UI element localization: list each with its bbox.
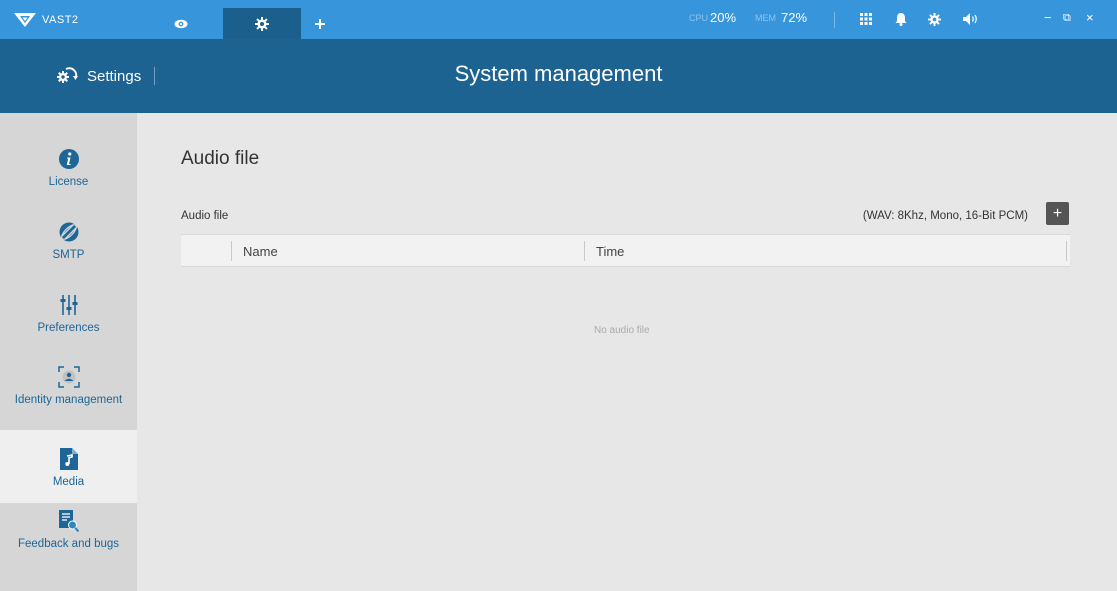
sidebar-item-smtp[interactable]: SMTP	[0, 221, 137, 276]
gear-icon	[255, 16, 269, 31]
sidebar-item-label: SMTP	[52, 249, 85, 261]
add-audio-file-button[interactable]: +	[1046, 202, 1069, 225]
app-logo: VAST2	[14, 0, 79, 39]
identity-icon	[57, 366, 80, 388]
sliders-icon	[58, 294, 80, 316]
audio-file-label: Audio file	[181, 210, 229, 222]
mem-value: 72%	[781, 10, 808, 25]
gear-icon[interactable]	[926, 11, 942, 27]
cpu-label: CPU	[689, 13, 709, 23]
top-bar: VAST2 CPU 20% MEM 72% − ⧉ ×	[0, 0, 1117, 39]
section-heading: Audio file	[181, 148, 260, 169]
empty-state-message: No audio file	[594, 325, 650, 336]
mem-label: MEM	[755, 13, 776, 23]
music-file-icon	[58, 448, 80, 470]
minimize-button[interactable]: −	[1044, 10, 1052, 25]
column-header-name[interactable]: Name	[243, 244, 278, 259]
sidebar-item-preferences[interactable]: Preferences	[0, 294, 137, 349]
feedback-icon	[58, 510, 80, 532]
speaker-icon[interactable]	[963, 11, 979, 27]
info-icon	[58, 148, 80, 170]
sidebar-item-label: Preferences	[37, 322, 100, 334]
sidebar-item-label: Feedback and bugs	[17, 538, 120, 550]
sidebar: License SMTP Preferences Identity manage…	[0, 113, 137, 591]
column-divider	[584, 241, 585, 261]
sidebar-item-label: Media	[52, 476, 85, 488]
sidebar-item-label: Identity management	[14, 394, 123, 406]
eye-icon	[174, 19, 187, 28]
sidebar-item-feedback-and-bugs[interactable]: Feedback and bugs	[0, 510, 137, 572]
format-note: (WAV: 8Khz, Mono, 16-Bit PCM)	[862, 210, 1028, 222]
column-divider	[1066, 241, 1067, 261]
page-title: System management	[454, 61, 663, 86]
vivotek-logo-icon	[14, 12, 36, 27]
sidebar-item-label: License	[48, 176, 89, 188]
sidebar-item-identity-management[interactable]: Identity management	[0, 366, 137, 421]
restore-button[interactable]: ⧉	[1063, 12, 1071, 25]
bell-icon[interactable]	[893, 11, 909, 27]
cpu-value: 20%	[710, 10, 737, 25]
page-header: Settings System management	[0, 39, 1117, 113]
main-content: Audio file Audio file (WAV: 8Khz, Mono, …	[137, 113, 1117, 591]
sidebar-item-license[interactable]: License	[0, 148, 137, 210]
close-button[interactable]: ×	[1086, 10, 1094, 25]
column-divider	[231, 241, 232, 261]
app-name: VAST2	[42, 13, 79, 26]
tab-add-new[interactable]	[305, 8, 335, 39]
column-header-time[interactable]: Time	[596, 244, 624, 259]
grid-icon[interactable]	[858, 11, 874, 27]
tab-live-view[interactable]	[160, 8, 201, 39]
tab-settings[interactable]	[223, 8, 301, 39]
sidebar-item-media[interactable]: Media	[0, 430, 137, 503]
globe-icon	[58, 221, 80, 243]
divider	[834, 12, 835, 28]
plus-icon	[315, 18, 325, 29]
audio-table-header: Name Time	[181, 234, 1070, 267]
